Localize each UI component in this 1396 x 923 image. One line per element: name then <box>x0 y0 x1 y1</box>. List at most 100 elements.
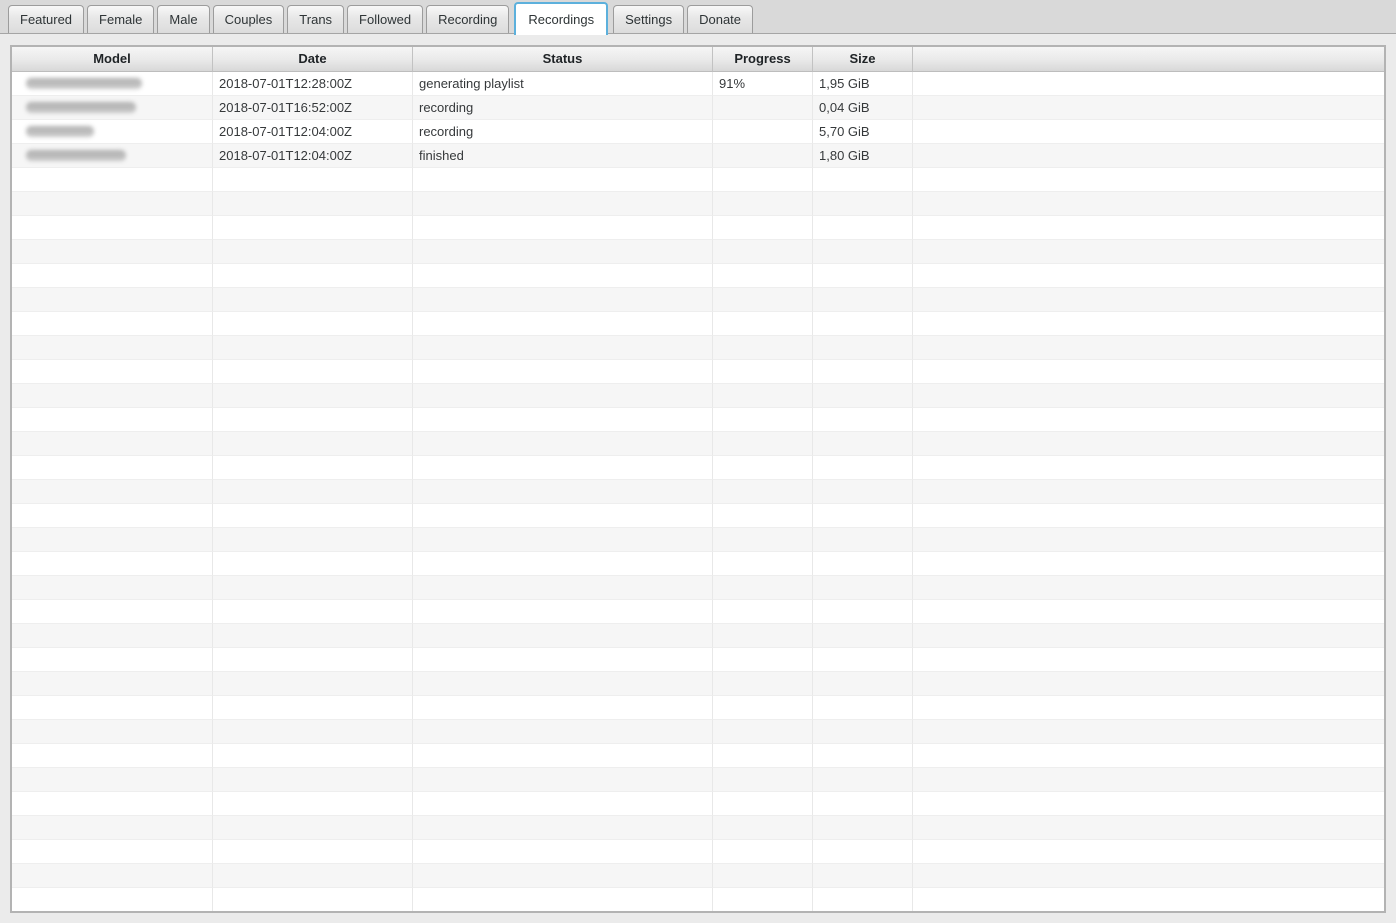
cell-progress <box>713 648 813 672</box>
cell-spacer <box>913 888 1384 911</box>
cell-size <box>813 264 913 288</box>
cell-status <box>413 648 713 672</box>
cell-date <box>213 192 413 216</box>
cell-status <box>413 408 713 432</box>
tab-donate[interactable]: Donate <box>687 5 754 33</box>
cell-date <box>213 744 413 768</box>
cell-status <box>413 744 713 768</box>
cell-size <box>813 456 913 480</box>
cell-size: 1,95 GiB <box>813 72 913 96</box>
cell-spacer <box>913 480 1384 504</box>
cell-status <box>413 480 713 504</box>
cell-spacer <box>913 240 1384 264</box>
tab-featured[interactable]: Featured <box>8 5 85 33</box>
cell-model <box>12 408 213 432</box>
tab-couples[interactable]: Couples <box>212 5 285 33</box>
table-row-empty <box>12 216 1384 240</box>
table-row-empty <box>12 528 1384 552</box>
table-row-empty <box>12 240 1384 264</box>
cell-model <box>12 696 213 720</box>
cell-date <box>213 336 413 360</box>
cell-progress <box>713 768 813 792</box>
tab-female[interactable]: Female <box>87 5 155 33</box>
tab-settings[interactable]: Settings <box>613 5 685 33</box>
table-row[interactable]: 2018-07-01T12:04:00Z recording 5,70 GiB <box>12 120 1384 144</box>
cell-status <box>413 384 713 408</box>
cell-model <box>12 264 213 288</box>
cell-size: 1,80 GiB <box>813 144 913 168</box>
cell-progress <box>713 384 813 408</box>
column-header-size[interactable]: Size <box>813 47 913 72</box>
cell-status <box>413 696 713 720</box>
tab-trans[interactable]: Trans <box>287 5 345 33</box>
tab-followed[interactable]: Followed <box>347 5 424 33</box>
cell-spacer <box>913 96 1384 120</box>
column-header-date[interactable]: Date <box>213 47 413 72</box>
cell-model <box>12 144 213 168</box>
cell-status <box>413 288 713 312</box>
cell-model <box>12 840 213 864</box>
cell-model <box>12 552 213 576</box>
cell-date <box>213 648 413 672</box>
cell-status <box>413 168 713 192</box>
table-row-empty <box>12 552 1384 576</box>
table-row-empty <box>12 456 1384 480</box>
table-row-empty <box>12 648 1384 672</box>
table-row[interactable]: 2018-07-01T16:52:00Z recording 0,04 GiB <box>12 96 1384 120</box>
cell-progress: 91% <box>713 72 813 96</box>
cell-spacer <box>913 696 1384 720</box>
cell-progress <box>713 480 813 504</box>
cell-progress <box>713 192 813 216</box>
cell-model <box>12 768 213 792</box>
cell-spacer <box>913 792 1384 816</box>
column-header-spacer[interactable] <box>913 47 1384 72</box>
cell-progress <box>713 696 813 720</box>
cell-status <box>413 336 713 360</box>
tab-recordings[interactable]: Recordings <box>514 2 609 35</box>
cell-size <box>813 816 913 840</box>
cell-model <box>12 432 213 456</box>
cell-spacer <box>913 768 1384 792</box>
cell-status <box>413 216 713 240</box>
cell-size <box>813 552 913 576</box>
cell-model <box>12 504 213 528</box>
cell-size <box>813 744 913 768</box>
table-header-row: Model Date Status Progress Size <box>12 47 1384 72</box>
cell-status: recording <box>413 96 713 120</box>
cell-status <box>413 576 713 600</box>
cell-progress <box>713 864 813 888</box>
cell-progress <box>713 624 813 648</box>
cell-size <box>813 192 913 216</box>
table-body: 2018-07-01T12:28:00Z generating playlist 9… <box>12 72 1384 911</box>
cell-spacer <box>913 744 1384 768</box>
cell-status <box>413 432 713 456</box>
table-row[interactable]: 2018-07-01T12:28:00Z generating playlist 9… <box>12 72 1384 96</box>
column-header-progress[interactable]: Progress <box>713 47 813 72</box>
table-row-empty <box>12 888 1384 911</box>
cell-status <box>413 240 713 264</box>
cell-size <box>813 720 913 744</box>
cell-spacer <box>913 336 1384 360</box>
column-header-status[interactable]: Status <box>413 47 713 72</box>
tab-male[interactable]: Male <box>157 5 210 33</box>
cell-size <box>813 624 913 648</box>
cell-status <box>413 528 713 552</box>
cell-size <box>813 888 913 911</box>
table-row[interactable]: 2018-07-01T12:04:00Z finished 1,80 GiB <box>12 144 1384 168</box>
cell-spacer <box>913 264 1384 288</box>
tab-recording[interactable]: Recording <box>426 5 510 33</box>
cell-spacer <box>913 600 1384 624</box>
cell-model <box>12 528 213 552</box>
cell-status <box>413 264 713 288</box>
table-row-empty <box>12 864 1384 888</box>
cell-size <box>813 360 913 384</box>
cell-date <box>213 696 413 720</box>
table-row-empty <box>12 672 1384 696</box>
censored-model-name <box>26 126 94 137</box>
cell-model <box>12 792 213 816</box>
cell-date <box>213 240 413 264</box>
cell-status <box>413 672 713 696</box>
column-header-model[interactable]: Model <box>12 47 213 72</box>
cell-status <box>413 624 713 648</box>
cell-model <box>12 456 213 480</box>
